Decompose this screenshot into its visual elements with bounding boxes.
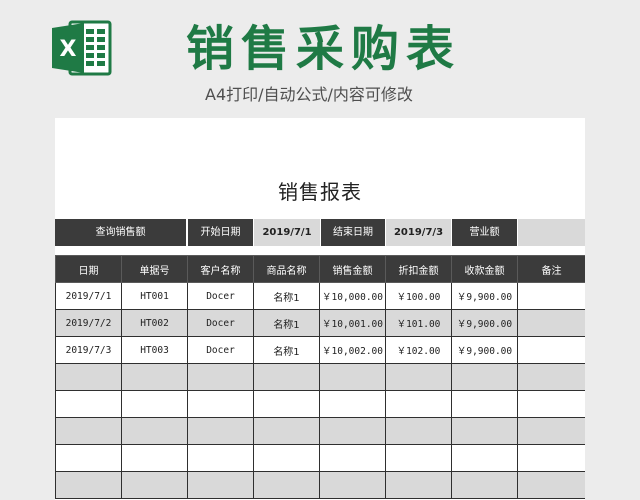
- table-row: [55, 363, 585, 391]
- cell-product[interactable]: 名称1: [253, 309, 320, 337]
- cell-date[interactable]: [55, 390, 122, 418]
- cell-received[interactable]: [451, 390, 518, 418]
- cell-product[interactable]: [253, 444, 320, 472]
- cell-doc-no[interactable]: [121, 417, 188, 445]
- cell-sales-amount[interactable]: [319, 417, 386, 445]
- excel-icon: X: [52, 20, 112, 76]
- logo-letter: X: [60, 37, 77, 62]
- cell-product[interactable]: [253, 363, 320, 391]
- start-date-value[interactable]: 2019/7/1: [254, 219, 320, 246]
- cell-discount[interactable]: [385, 390, 452, 418]
- cell-doc-no[interactable]: [121, 363, 188, 391]
- cell-sales-amount[interactable]: ￥10,000.00: [319, 282, 386, 310]
- cell-date[interactable]: [55, 471, 122, 499]
- revenue-label: 营业额: [452, 219, 517, 246]
- col-header-customer[interactable]: 客户名称: [187, 255, 254, 283]
- report-title: 销售报表: [278, 180, 362, 204]
- cell-notes[interactable]: [517, 471, 585, 499]
- cell-notes[interactable]: [517, 309, 585, 337]
- cell-sales-amount[interactable]: [319, 363, 386, 391]
- cell-customer[interactable]: [187, 363, 254, 391]
- cell-sales-amount[interactable]: ￥10,001.00: [319, 309, 386, 337]
- cell-discount[interactable]: [385, 444, 452, 472]
- cell-date[interactable]: [55, 444, 122, 472]
- table-row: [55, 390, 585, 418]
- cell-discount[interactable]: [385, 363, 452, 391]
- query-label: 查询销售额: [55, 219, 186, 246]
- cell-product[interactable]: [253, 390, 320, 418]
- page-subtitle: A4打印/自动公式/内容可修改: [205, 85, 413, 104]
- cell-notes[interactable]: [517, 336, 585, 364]
- query-bar: 查询销售额 开始日期 2019/7/1 结束日期 2019/7/3 营业额: [55, 219, 585, 246]
- cell-received[interactable]: [451, 444, 518, 472]
- promo-header: X 销售采购表 A4打印/自动公式/内容可修改: [0, 0, 640, 118]
- cell-received[interactable]: ￥9,900.00: [451, 282, 518, 310]
- cell-doc-no[interactable]: [121, 444, 188, 472]
- cell-received[interactable]: [451, 417, 518, 445]
- col-header-discount[interactable]: 折扣金额: [385, 255, 452, 283]
- cell-doc-no[interactable]: [121, 390, 188, 418]
- cell-notes[interactable]: [517, 282, 585, 310]
- cell-date[interactable]: [55, 417, 122, 445]
- cell-received[interactable]: ￥9,900.00: [451, 309, 518, 337]
- revenue-value[interactable]: [518, 219, 585, 246]
- cell-customer[interactable]: [187, 444, 254, 472]
- end-date-value[interactable]: 2019/7/3: [386, 219, 451, 246]
- cell-product[interactable]: [253, 417, 320, 445]
- cell-product[interactable]: [253, 471, 320, 499]
- cell-product[interactable]: 名称1: [253, 336, 320, 364]
- cell-discount[interactable]: [385, 471, 452, 499]
- cell-discount[interactable]: ￥101.00: [385, 309, 452, 337]
- cell-sales-amount[interactable]: [319, 444, 386, 472]
- cell-customer[interactable]: [187, 390, 254, 418]
- cell-product[interactable]: 名称1: [253, 282, 320, 310]
- cell-received[interactable]: [451, 471, 518, 499]
- cell-date[interactable]: 2019/7/3: [55, 336, 122, 364]
- cell-customer[interactable]: Docer: [187, 309, 254, 337]
- cell-sales-amount[interactable]: [319, 390, 386, 418]
- end-date-label: 结束日期: [321, 219, 385, 246]
- table-row: 2019/7/1 HT001 Docer 名称1 ￥10,000.00 ￥100…: [55, 282, 585, 310]
- cell-customer[interactable]: Docer: [187, 282, 254, 310]
- cell-sales-amount[interactable]: ￥10,002.00: [319, 336, 386, 364]
- cell-date[interactable]: [55, 363, 122, 391]
- cell-customer[interactable]: [187, 417, 254, 445]
- table-row: [55, 471, 585, 499]
- table-row: 2019/7/2 HT002 Docer 名称1 ￥10,001.00 ￥101…: [55, 309, 585, 337]
- table-row: [55, 444, 585, 472]
- table-row: [55, 417, 585, 445]
- cell-discount[interactable]: ￥100.00: [385, 282, 452, 310]
- cell-date[interactable]: 2019/7/1: [55, 282, 122, 310]
- col-header-date[interactable]: 日期: [55, 255, 122, 283]
- cell-discount[interactable]: ￥102.00: [385, 336, 452, 364]
- col-header-notes[interactable]: 备注: [517, 255, 585, 283]
- cell-received[interactable]: ￥9,900.00: [451, 336, 518, 364]
- cell-doc-no[interactable]: HT002: [121, 309, 188, 337]
- cell-notes[interactable]: [517, 417, 585, 445]
- cell-notes[interactable]: [517, 363, 585, 391]
- table-row: 2019/7/3 HT003 Docer 名称1 ￥10,002.00 ￥102…: [55, 336, 585, 364]
- col-header-received[interactable]: 收款金额: [451, 255, 518, 283]
- col-header-doc-no[interactable]: 单据号: [121, 255, 188, 283]
- col-header-product[interactable]: 商品名称: [253, 255, 320, 283]
- cell-discount[interactable]: [385, 417, 452, 445]
- cell-customer[interactable]: [187, 471, 254, 499]
- cell-doc-no[interactable]: HT003: [121, 336, 188, 364]
- start-date-label: 开始日期: [188, 219, 253, 246]
- table-header-row: 日期 单据号 客户名称 商品名称 销售金额 折扣金额 收款金额 备注: [55, 255, 585, 283]
- sales-table: 日期 单据号 客户名称 商品名称 销售金额 折扣金额 收款金额 备注 2019/…: [55, 255, 585, 499]
- cell-received[interactable]: [451, 363, 518, 391]
- spreadsheet-page: 销售报表 查询销售额 开始日期 2019/7/1 结束日期 2019/7/3 营…: [55, 118, 585, 500]
- cell-customer[interactable]: Docer: [187, 336, 254, 364]
- cell-sales-amount[interactable]: [319, 471, 386, 499]
- cell-doc-no[interactable]: [121, 471, 188, 499]
- col-header-sales-amount[interactable]: 销售金额: [319, 255, 386, 283]
- cell-doc-no[interactable]: HT001: [121, 282, 188, 310]
- cell-notes[interactable]: [517, 444, 585, 472]
- cell-notes[interactable]: [517, 390, 585, 418]
- cell-date[interactable]: 2019/7/2: [55, 309, 122, 337]
- page-title: 销售采购表: [186, 21, 462, 77]
